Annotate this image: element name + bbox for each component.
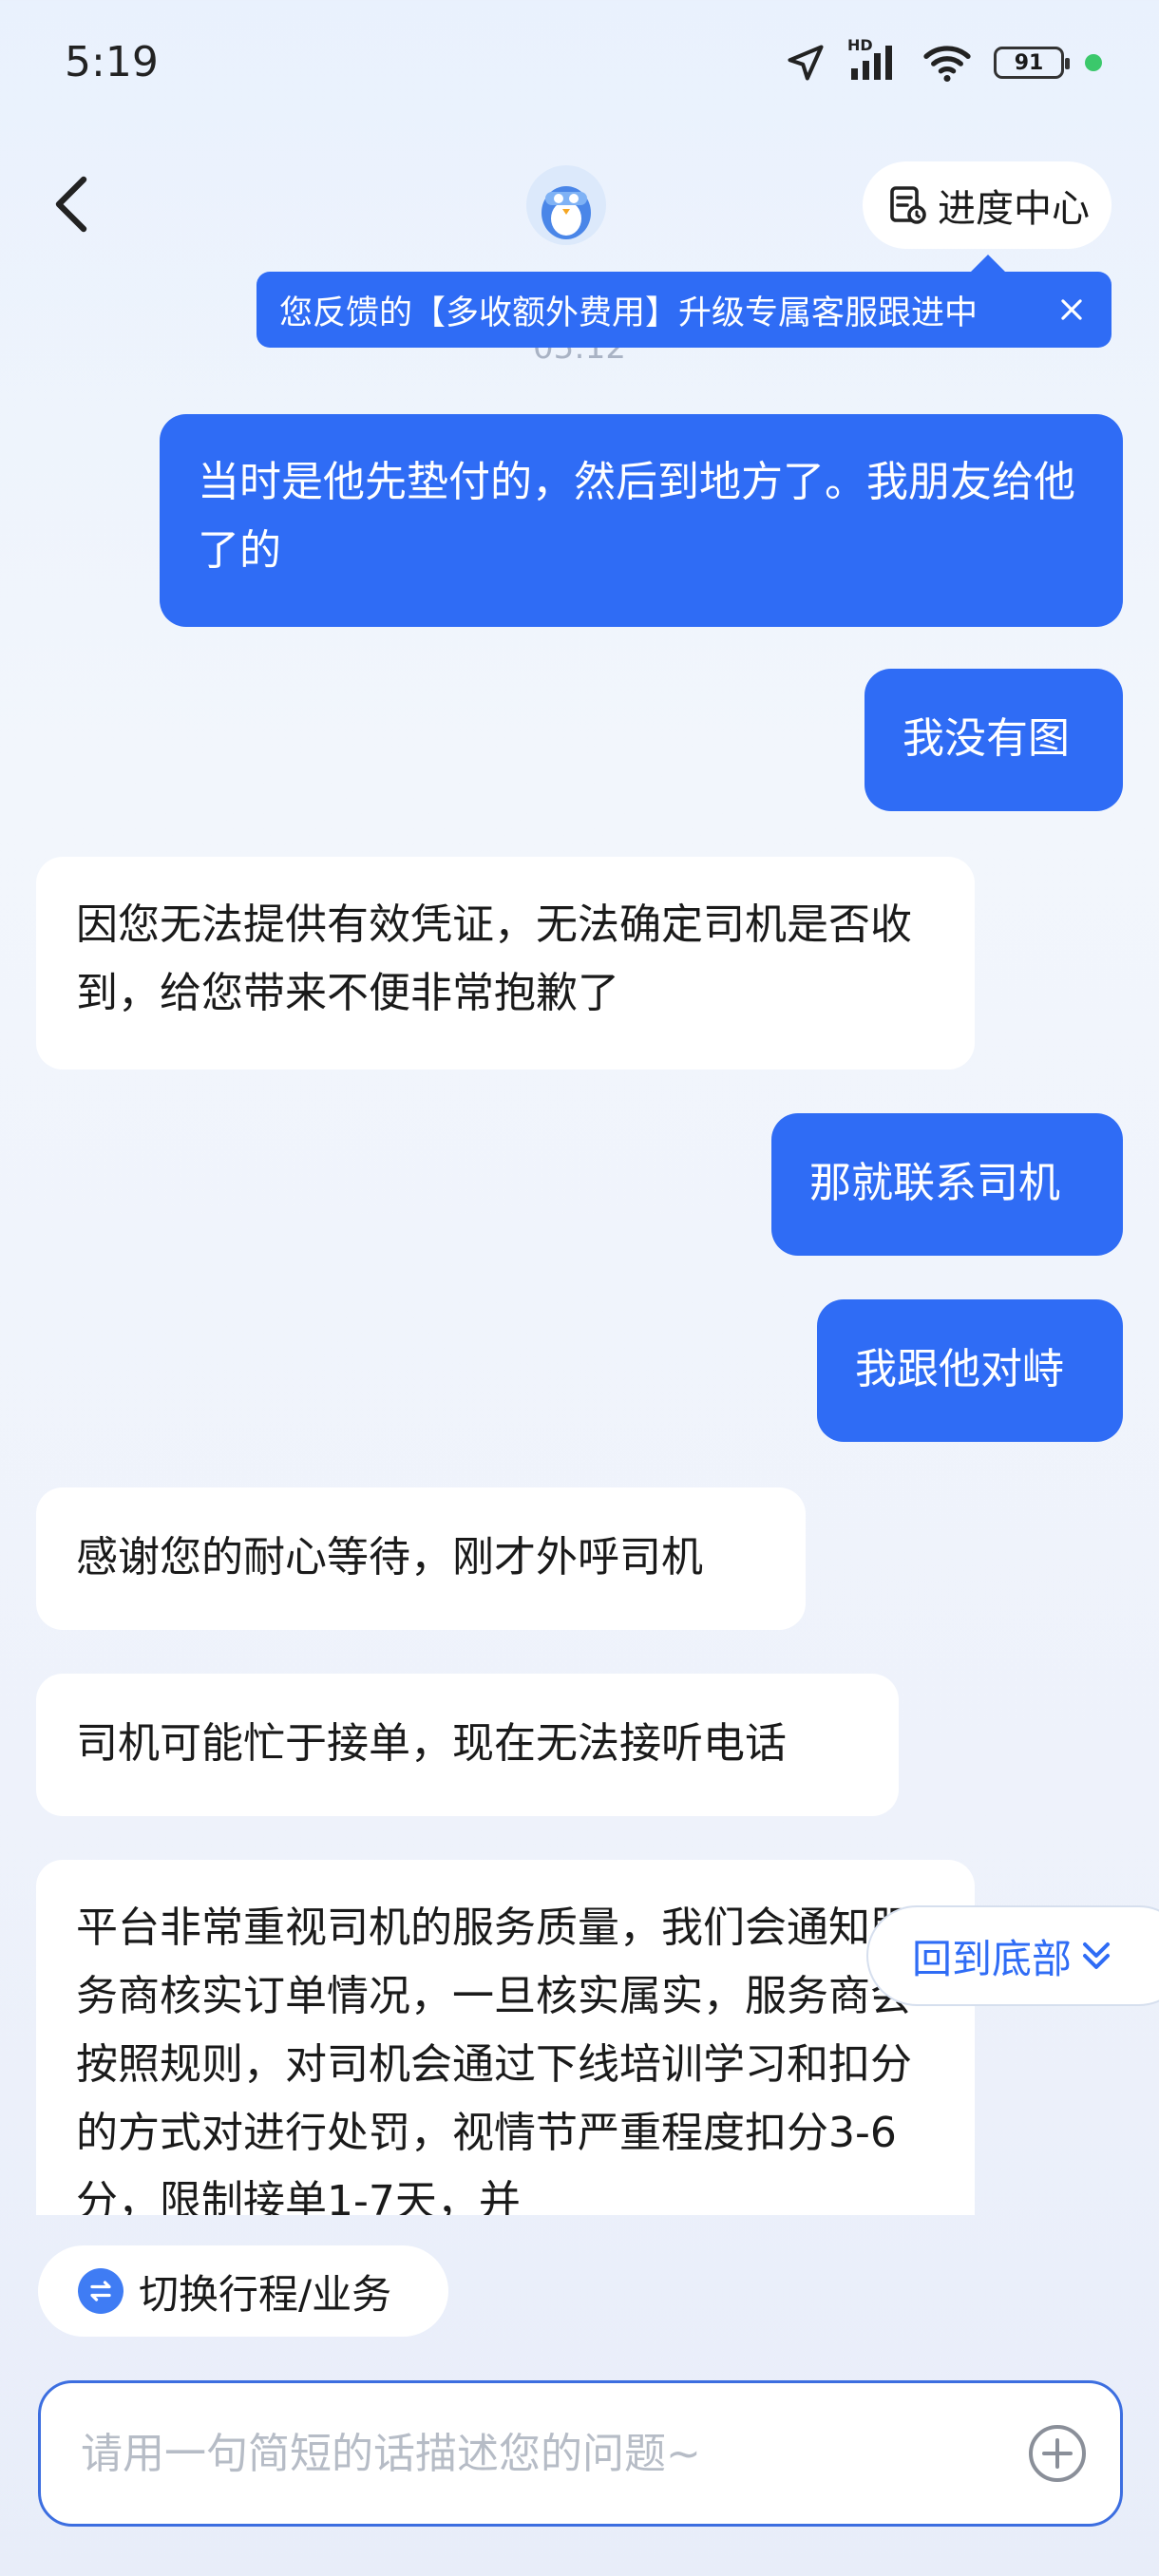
banner-pointer bbox=[971, 255, 1005, 272]
message-text: 感谢您的耐心等待，刚才外呼司机 bbox=[76, 1533, 703, 1582]
chat-header: 进度中心 bbox=[0, 152, 1159, 266]
add-plus-icon[interactable] bbox=[1027, 2423, 1088, 2484]
banner-text: 您反馈的【多收额外费用】升级专属客服跟进中 bbox=[279, 294, 978, 332]
scroll-to-bottom-label: 回到底部 bbox=[912, 1935, 1073, 1982]
user-message[interactable]: 我没有图 bbox=[864, 669, 1123, 811]
status-icons: HD 91 bbox=[785, 36, 1102, 85]
switch-trip-button[interactable]: 切换行程/业务 bbox=[38, 2245, 448, 2337]
signal-icon: HD bbox=[847, 36, 901, 84]
message-input[interactable] bbox=[79, 2428, 995, 2479]
agent-message[interactable]: 司机可能忙于接单，现在无法接听电话 bbox=[36, 1674, 899, 1816]
document-clock-icon bbox=[890, 186, 926, 224]
double-chevron-down-icon bbox=[1083, 1942, 1111, 1969]
switch-trip-label: 切换行程/业务 bbox=[139, 2270, 392, 2318]
close-icon bbox=[1061, 299, 1082, 320]
user-message[interactable]: 我跟他对峙 bbox=[817, 1299, 1123, 1442]
agent-message[interactable]: 平台非常重视司机的服务质量，我们会通知服务商核实订单情况，一旦核实属实，服务商会… bbox=[36, 1860, 975, 2215]
battery-level: 91 bbox=[1014, 50, 1044, 75]
battery-icon: 91 bbox=[994, 47, 1070, 79]
back-button[interactable] bbox=[44, 171, 101, 237]
message-text: 司机可能忙于接单，现在无法接听电话 bbox=[76, 1719, 787, 1768]
message-text: 我跟他对峙 bbox=[855, 1345, 1064, 1393]
message-text: 那就联系司机 bbox=[809, 1159, 1060, 1207]
swap-icon bbox=[78, 2268, 124, 2314]
status-time: 5:19 bbox=[65, 38, 159, 86]
message-input-box[interactable] bbox=[38, 2380, 1123, 2527]
penguin-mascot-icon bbox=[526, 165, 606, 245]
status-bar: 5:19 HD 91 bbox=[0, 0, 1159, 133]
message-text: 当时是他先垫付的，然后到地方了。我朋友给他了的 bbox=[198, 458, 1075, 575]
progress-center-button[interactable]: 进度中心 bbox=[863, 161, 1112, 249]
banner-close-button[interactable] bbox=[1051, 289, 1092, 331]
user-message[interactable]: 当时是他先垫付的，然后到地方了。我朋友给他了的 bbox=[160, 414, 1123, 627]
escalation-banner[interactable]: 您反馈的【多收额外费用】升级专属客服跟进中 bbox=[256, 272, 1112, 348]
active-dot-icon bbox=[1085, 54, 1102, 71]
progress-center-label: 进度中心 bbox=[938, 187, 1090, 231]
scroll-to-bottom-button[interactable]: 回到底部 bbox=[866, 1905, 1159, 2006]
chevron-left-icon bbox=[55, 176, 87, 233]
message-text: 平台非常重视司机的服务质量，我们会通知服务商核实订单情况，一旦核实属实，服务商会… bbox=[76, 1904, 912, 2215]
wifi-icon bbox=[923, 46, 971, 83]
location-arrow-icon bbox=[788, 45, 824, 81]
agent-message[interactable]: 感谢您的耐心等待，刚才外呼司机 bbox=[36, 1487, 806, 1630]
network-type-label: HD bbox=[847, 36, 873, 54]
agent-avatar[interactable] bbox=[526, 165, 606, 245]
message-text: 我没有图 bbox=[902, 714, 1070, 763]
agent-message[interactable]: 因您无法提供有效凭证，无法确定司机是否收到，给您带来不便非常抱歉了 bbox=[36, 857, 975, 1070]
user-message[interactable]: 那就联系司机 bbox=[771, 1113, 1123, 1256]
message-text: 因您无法提供有效凭证，无法确定司机是否收到，给您带来不便非常抱歉了 bbox=[76, 900, 912, 1017]
